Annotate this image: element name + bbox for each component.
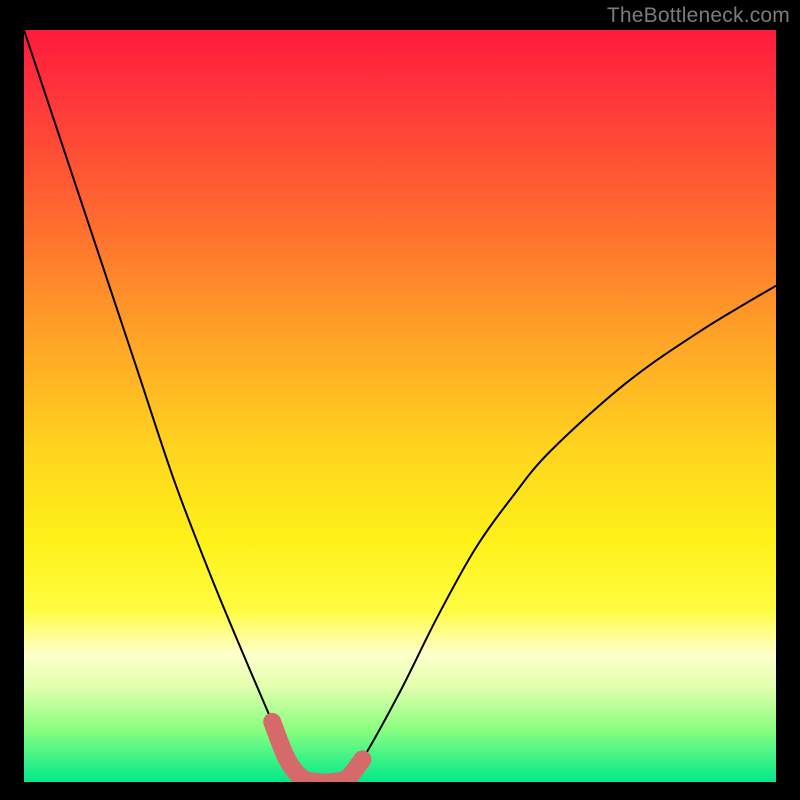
watermark-text: TheBottleneck.com	[607, 4, 790, 28]
plot-area	[24, 30, 776, 782]
chart-frame: TheBottleneck.com	[0, 0, 800, 800]
curve-layer	[24, 30, 776, 782]
bottleneck-curve	[24, 30, 776, 782]
trough-highlight	[272, 722, 362, 782]
